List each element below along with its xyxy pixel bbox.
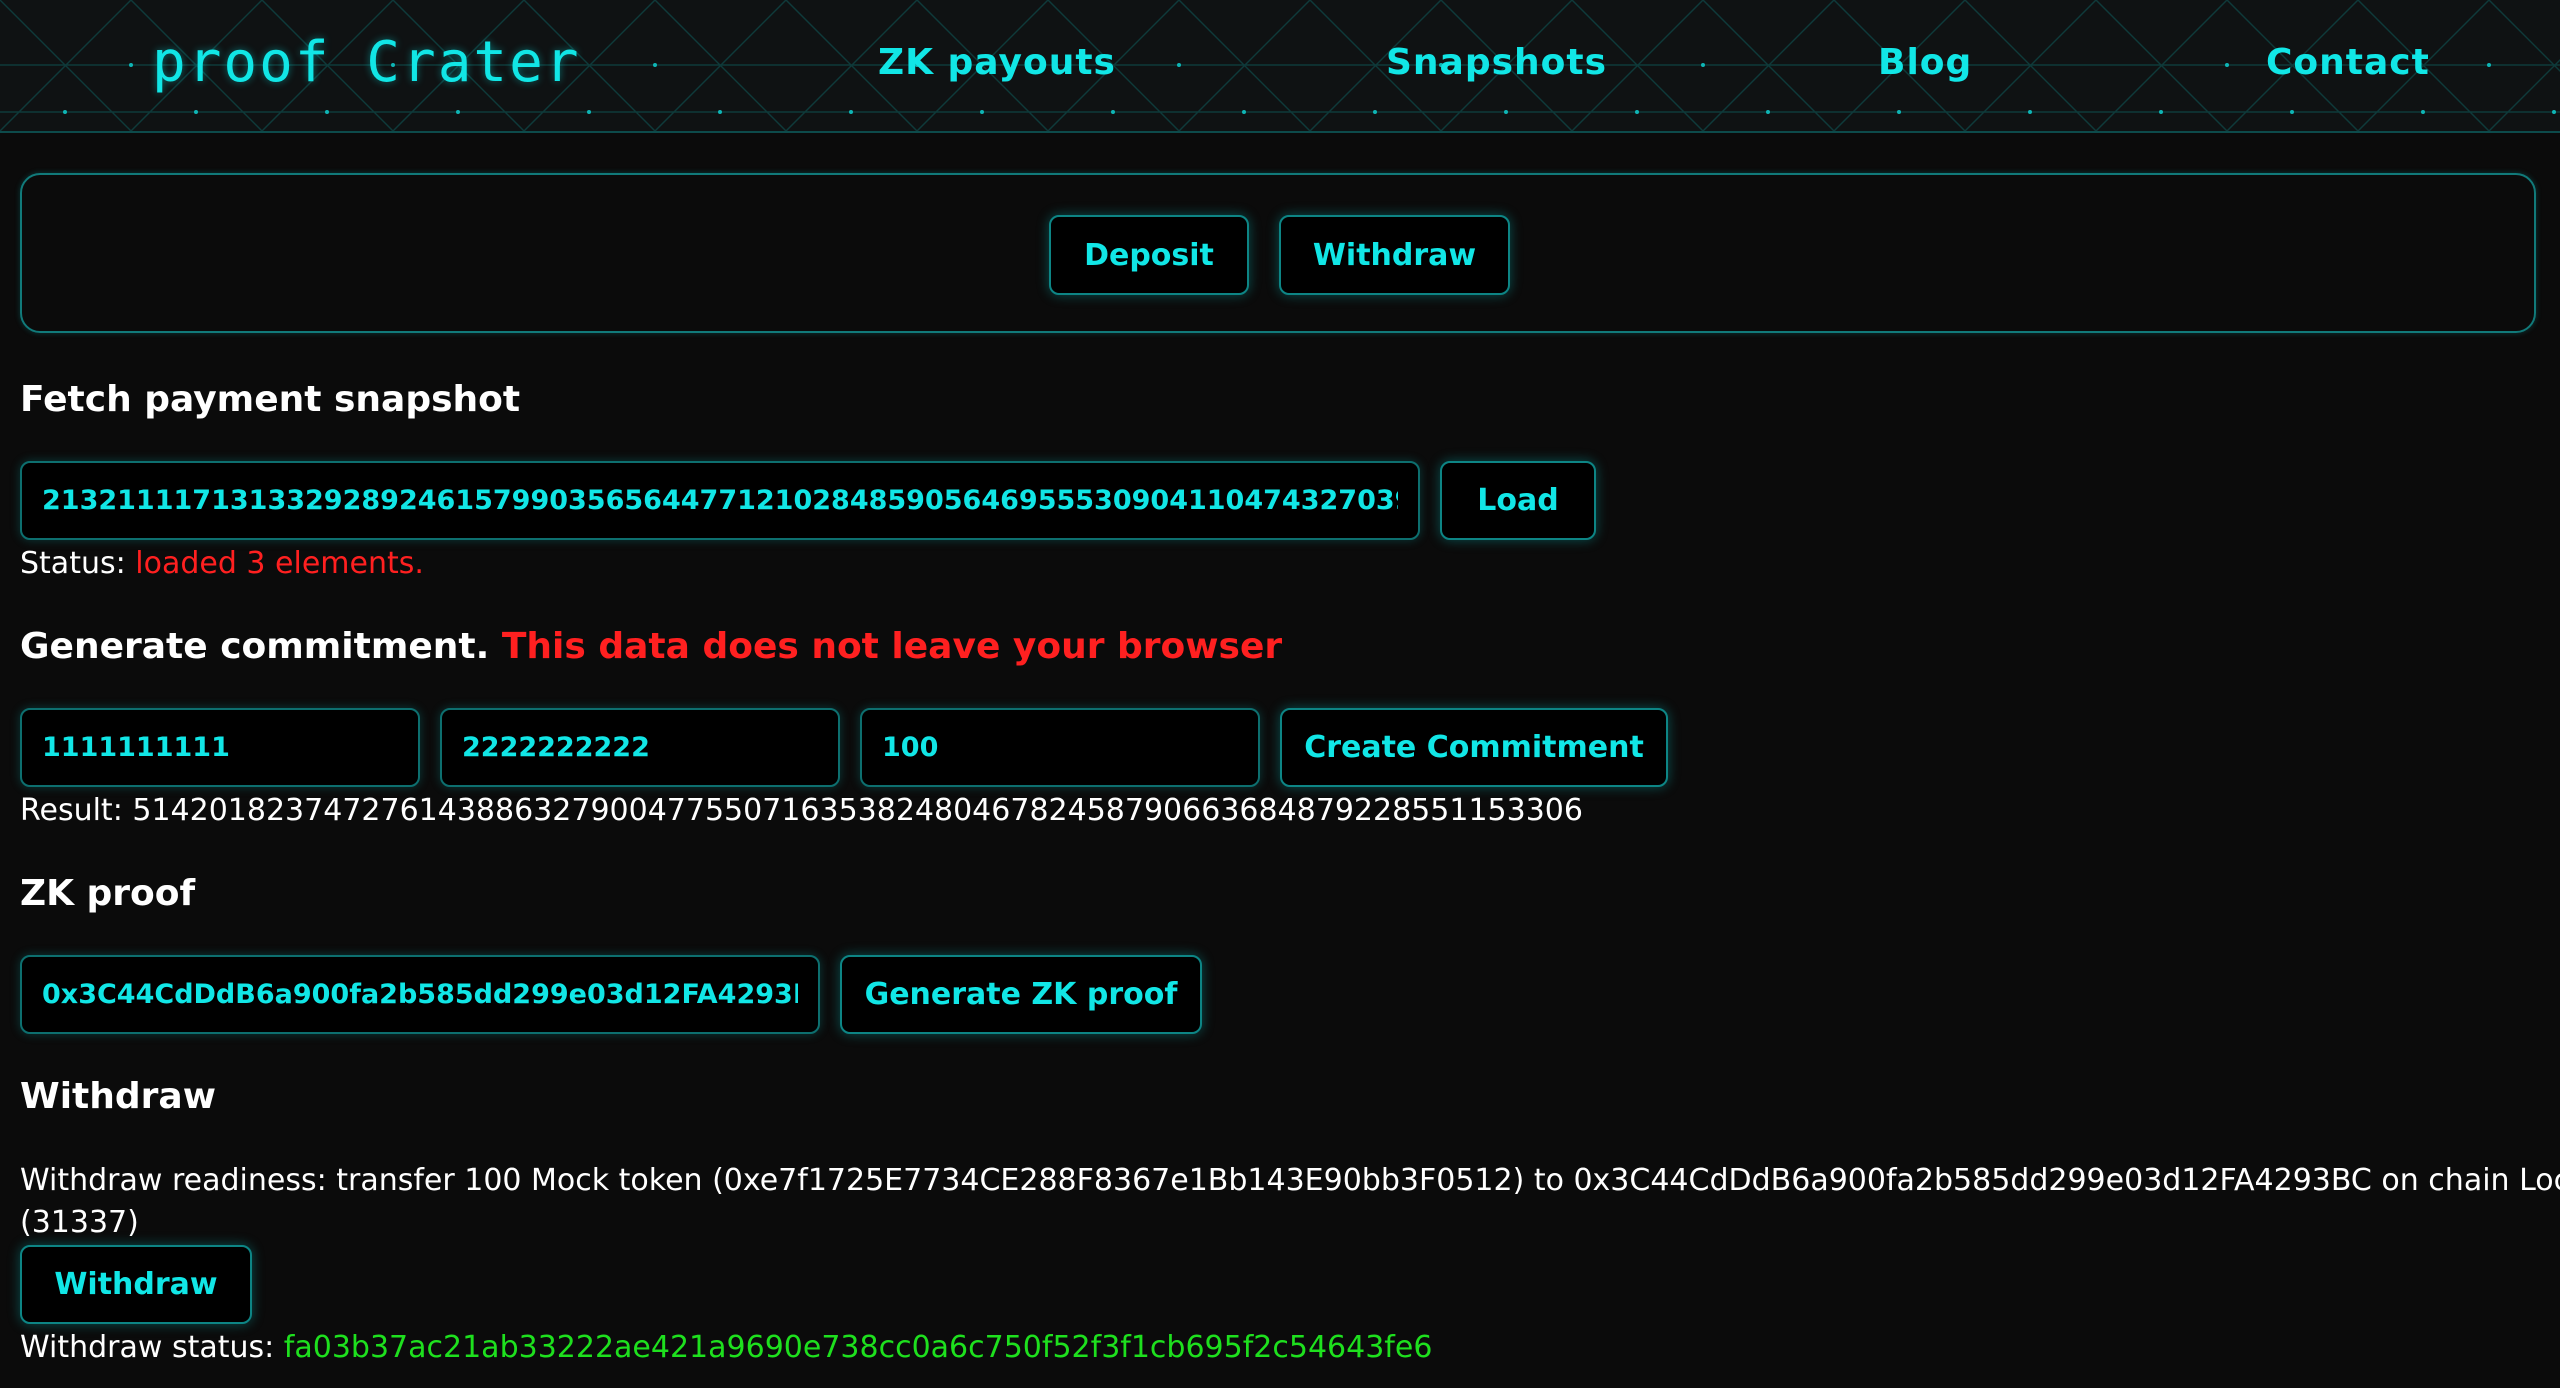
nav-snapshots[interactable]: Snapshots <box>1386 42 1607 83</box>
zk-proof-heading: ZK proof <box>20 873 196 914</box>
commitment-heading-row: Generate commitment. This data does not … <box>20 626 1282 667</box>
mode-panel <box>20 173 2536 333</box>
withdraw-status: Withdraw status: fa03b37ac21ab33222ae421… <box>20 1330 1432 1365</box>
fetch-status-value: loaded 3 elements. <box>135 546 424 581</box>
deposit-tab-button[interactable]: Deposit <box>1049 215 1249 295</box>
recipient-address-input[interactable] <box>20 955 820 1034</box>
nav-contact[interactable]: Contact <box>2266 42 2430 83</box>
commitment-heading: Generate commitment. <box>20 626 490 667</box>
load-button[interactable]: Load <box>1440 461 1596 540</box>
fetch-snapshot-heading: Fetch payment snapshot <box>20 379 521 420</box>
site-header: proof Crater ZK payouts Snapshots Blog C… <box>0 0 2560 133</box>
fetch-status-label: Status: <box>20 546 126 581</box>
generate-zk-proof-button[interactable]: Generate ZK proof <box>840 955 1202 1034</box>
brand-logo[interactable]: proof Crater <box>152 30 581 95</box>
commitment-result: Result: 51420182374727614388632790047755… <box>20 793 1583 828</box>
withdraw-button[interactable]: Withdraw <box>20 1245 252 1324</box>
withdraw-status-label: Withdraw status: <box>20 1330 275 1365</box>
fetch-status: Status: loaded 3 elements. <box>20 546 424 581</box>
commitment-result-label: Result: <box>20 793 123 828</box>
nav-blog[interactable]: Blog <box>1878 42 1972 83</box>
withdraw-heading: Withdraw <box>20 1076 216 1117</box>
nav-zk-payouts[interactable]: ZK payouts <box>878 42 1116 83</box>
withdraw-tab-button[interactable]: Withdraw <box>1279 215 1510 295</box>
privacy-warning: This data does not leave your browser <box>501 626 1283 667</box>
withdraw-tx-hash: fa03b37ac21ab33222ae421a9690e738cc0a6c75… <box>283 1330 1433 1365</box>
commitment-amount-input[interactable] <box>860 708 1260 787</box>
commitment-input-1[interactable] <box>20 708 420 787</box>
withdraw-readiness-line2: (31337) <box>20 1205 139 1240</box>
commitment-result-value: 5142018237472761438863279004775507163538… <box>132 793 1583 828</box>
commitment-input-2[interactable] <box>440 708 840 787</box>
snapshot-id-input[interactable] <box>20 461 1420 540</box>
create-commitment-button[interactable]: Create Commitment <box>1280 708 1668 787</box>
withdraw-readiness-line1: Withdraw readiness: transfer 100 Mock to… <box>20 1163 2560 1198</box>
